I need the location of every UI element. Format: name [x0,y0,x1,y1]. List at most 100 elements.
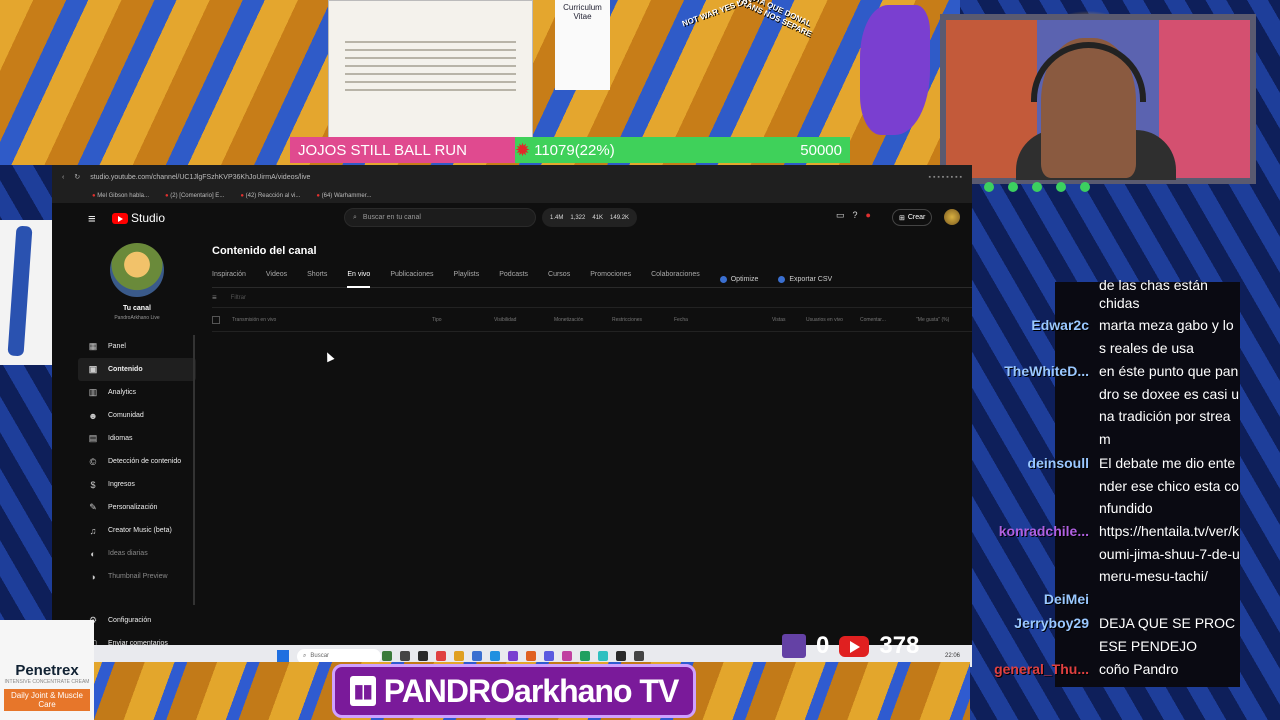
sidebar-item-idiomas[interactable]: ▤ Idiomas [78,427,196,450]
account-avatar[interactable] [944,209,960,225]
dashboard-icon: ▦ [88,341,98,351]
tab-cursos[interactable]: Cursos [548,271,570,288]
viewer-counts: 0 378 [782,632,919,660]
windows-start-icon[interactable] [277,650,289,662]
bookmark-item[interactable]: Mel Gibson habla... [92,193,149,199]
column-header[interactable]: Monetización [554,317,583,323]
chat-message: Edwar2c marta meza gabo y los reales de u… [990,314,1245,359]
channel-handle: PandroArkhano Live [114,315,160,321]
bookmark-item[interactable]: (64) Warhammer... [316,193,372,199]
bookmark-item[interactable]: (42) Reacción al vi... [240,193,301,199]
chat-text: coño Pandro [1099,661,1179,677]
chat-username: general_Thu... [994,661,1089,677]
export-csv-button[interactable]: Exportar CSV [778,271,832,288]
sidebar-item-analytics[interactable]: ▥ Analytics [78,381,196,404]
filter-icon[interactable]: ≡ [212,293,217,302]
filter-row[interactable]: ≡ Filtrar [212,288,972,308]
tab-publicaciones[interactable]: Publicaciones [390,271,433,288]
chat-text: DEJA QUE SE PROCESE PENDEJO [1099,615,1236,654]
chat-username: konradchile... [998,523,1089,539]
column-header[interactable]: Tipo [432,317,442,323]
notifications-icon[interactable]: ● [866,210,871,221]
sidebar-item-label: Ingresos [108,481,135,488]
chat-message: Jerryboy29 DEJA QUE SE PROCESE PENDEJO [990,612,1245,657]
tab-shorts[interactable]: Shorts [307,271,327,288]
header-icons: ▭ ? ● [836,210,871,221]
sponsor-ad: Penetrex INTENSIVE CONCENTRATE CREAM Dai… [0,620,94,720]
url-text[interactable]: studio.youtube.com/channel/UC1JlgFSzhKVP… [90,174,310,181]
captions-icon[interactable]: ▭ [836,210,845,221]
webcam-indicators [960,182,1090,192]
studio-logo-text: Studio [131,211,166,225]
community-icon: ☻ [88,410,98,421]
channel-avatar[interactable] [110,243,164,297]
tab-podcasts[interactable]: Podcasts [499,271,528,288]
sidebar-item-label: Comunidad [108,412,144,419]
studio-sidebar: Tu canal PandroArkhano Live ▦ Panel ▣ Conte… [78,237,196,662]
studio-logo[interactable]: Studio [112,211,165,225]
sidebar-item-configuraci-n[interactable]: ⚙Configuración [78,609,196,632]
create-icon: ⊞ [899,214,905,222]
chat-text: marta meza gabo y los reales de usa [1099,317,1234,356]
column-header[interactable]: Usuarios en vivo [806,317,843,323]
address-bar[interactable]: ‹ ↻ studio.youtube.com/channel/UC1JlgFSz… [52,165,972,189]
sidebar-item-ideas-diarias[interactable]: ◐ Ideas diarias [78,542,196,565]
brand-plate: ▮▮ PANDROarkhano TV [332,664,696,718]
stat-value: 1,322 [570,214,586,221]
help-icon[interactable]: ? [853,210,858,221]
sidebar-item-creator-music-beta-[interactable]: ♫ Creator Music (beta) [78,519,196,542]
tab-videos[interactable]: Videos [266,271,287,288]
sidebar-item-panel[interactable]: ▦ Panel [78,335,196,358]
bookmark-item[interactable]: (2) [Comentario] E... [165,193,224,199]
chat-message: deinsoull El debate me dio entender ese c… [990,452,1245,520]
column-header[interactable]: Restricciones [612,317,642,323]
column-header[interactable]: Visibilidad [494,317,516,323]
filter-placeholder: Filtrar [230,294,247,301]
chat-message: chidas [990,292,1245,315]
column-header[interactable]: "Me gusta" (%) [916,317,949,323]
sidebar-item-ingresos[interactable]: $ Ingresos [78,473,196,496]
browser-window: ‹ ↻ studio.youtube.com/channel/UC1JlgFSz… [52,165,972,662]
bookmarks-bar: Mel Gibson habla... (2) [Comentario] E...… [52,189,972,203]
chat-message: DeiMei [990,588,1245,611]
column-header[interactable]: Transmisión en vivo [232,317,276,323]
chat-message: TheWhiteD... en éste punto que pandro se … [990,360,1245,450]
sidebar-item-thumbnail-preview[interactable]: ◑ Thumbnail Preview [78,565,196,588]
tab-inspiraci-n[interactable]: Inspiración [212,271,246,288]
subtitles-icon: ▤ [88,433,98,443]
search-placeholder: Buscar en tu canal [362,214,421,221]
tab-promociones[interactable]: Promociones [590,271,631,288]
column-header[interactable]: Fecha [674,317,688,323]
optimize-button[interactable]: Optimize [719,271,758,288]
sidebar-scrollbar[interactable] [193,335,195,605]
tab-playlists[interactable]: Playlists [454,271,480,288]
create-button[interactable]: ⊞ Crear [892,209,933,226]
youtube-viewers: 378 [879,632,920,659]
webcam-frame [940,14,1256,184]
tab-en-vivo[interactable]: En vivo [347,271,371,288]
ad-tagline: Daily Joint & Muscle Care [4,689,90,711]
reload-icon[interactable]: ↻ [74,173,80,181]
chat-username: Jerryboy29 [1014,615,1089,631]
document-image [328,0,533,140]
chat-text: https://hentaila.tv/ver/koumi-jima-shuu-… [1099,523,1240,584]
sidebar-item-detecci-n-de-contenido[interactable]: © Detección de contenido [78,450,196,473]
sidebar-item-personalizaci-n[interactable]: ✎ Personalización [78,496,196,519]
tab-colaboraciones[interactable]: Colaboraciones [651,271,700,288]
column-header[interactable]: Comentar... [860,317,886,323]
taskbar-clock: 22:06 [944,653,960,659]
sidebar-item-contenido[interactable]: ▣ Contenido [78,358,196,381]
back-icon[interactable]: ‹ [62,174,64,181]
sidebar-item-label: Configuración [108,617,152,624]
chat-username: Edwar2c [1031,317,1089,333]
search-input[interactable]: ⌕ Buscar en tu canal [344,208,536,227]
column-header[interactable]: Vistas [772,317,786,323]
channel-stats: 1.4M 1,322 41K 149.2K [542,208,638,227]
goal-label: JOJOS STILL BALL RUN [290,137,515,163]
select-all-checkbox[interactable] [212,315,220,324]
youtube-icon [839,635,870,657]
sidebar-item-label: Thumbnail Preview [108,573,168,580]
goal-target: 50000 [800,141,842,159]
menu-icon[interactable]: ≡ [88,211,96,226]
sidebar-item-comunidad[interactable]: ☻ Comunidad [78,404,196,427]
